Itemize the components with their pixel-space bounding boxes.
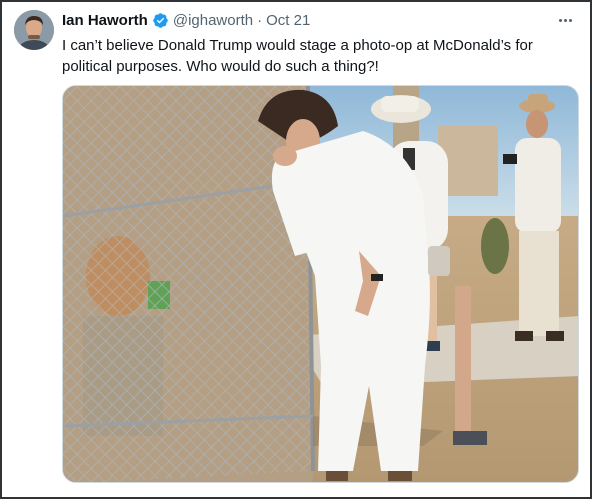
- author-handle[interactable]: @ighaworth: [173, 12, 253, 29]
- avatar[interactable]: [14, 10, 54, 50]
- tweet-date[interactable]: Oct 21: [266, 12, 310, 29]
- tweet-photo[interactable]: [62, 85, 579, 483]
- verified-badge-icon: [153, 12, 168, 28]
- more-options-button[interactable]: [554, 10, 576, 30]
- tweet-card[interactable]: Ian Haworth @ighaworth · Oct 21 I can’t …: [0, 0, 592, 499]
- tweet-header: Ian Haworth @ighaworth · Oct 21: [62, 10, 310, 30]
- photo-image: [63, 86, 578, 482]
- separator-dot: ·: [257, 11, 263, 29]
- user-avatar-icon: [14, 10, 54, 50]
- tweet-text: I can’t believe Donald Trump would stage…: [62, 37, 533, 75]
- author-name[interactable]: Ian Haworth: [62, 12, 148, 29]
- more-horizontal-icon: [558, 18, 562, 22]
